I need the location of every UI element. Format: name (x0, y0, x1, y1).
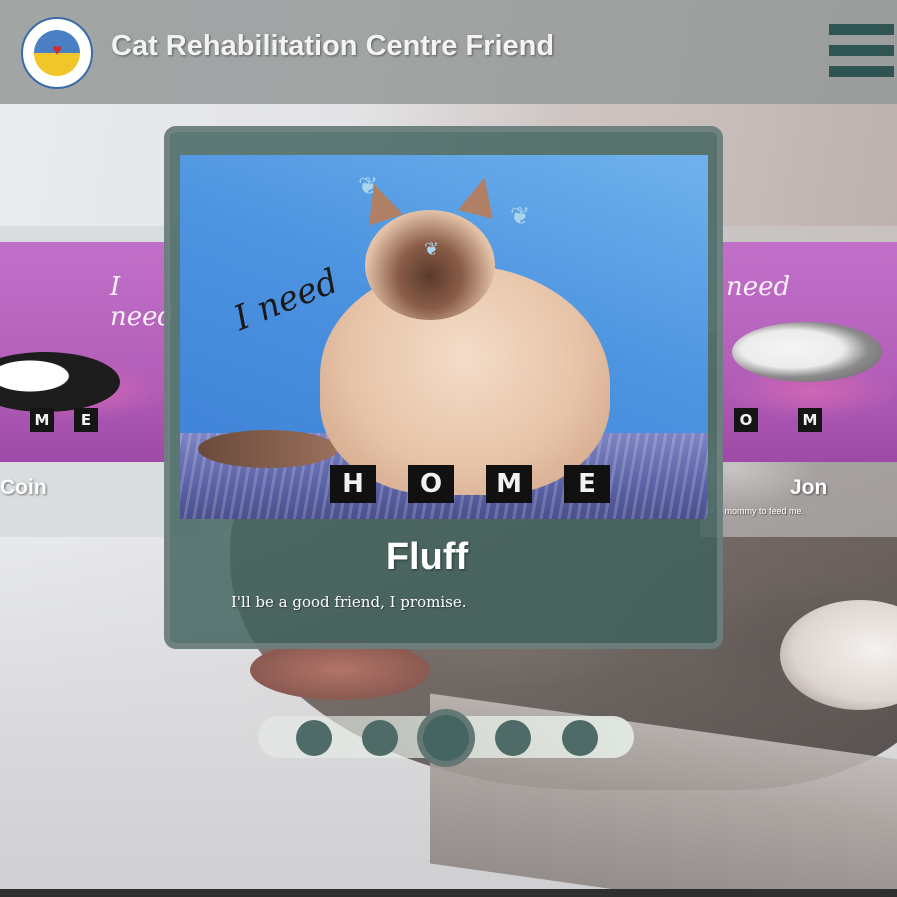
letter-block: O (408, 465, 454, 503)
letter-block: O (734, 408, 758, 432)
letter-block: M (798, 408, 822, 432)
menu-bar (829, 24, 894, 35)
bottom-bar (0, 889, 897, 897)
shelter-friend-logo[interactable]: ♥ (21, 17, 93, 89)
letter-block: H (330, 465, 376, 503)
cat-tagline: I'll be a good friend, I promise. (231, 593, 467, 611)
slide-photo: need O M (722, 242, 897, 462)
slide-photo: I need M E (0, 242, 174, 462)
background-cat-paw-pad (250, 640, 430, 700)
letter-block: E (564, 465, 610, 503)
site-header: ♥ Cat Rehabilitation Centre Friend (0, 0, 897, 104)
hamburger-menu-icon[interactable] (829, 24, 894, 78)
pagination-dot-5[interactable] (562, 720, 598, 756)
site-title[interactable]: Cat Rehabilitation Centre Friend (111, 30, 554, 63)
menu-bar (829, 45, 894, 56)
menu-bar (829, 66, 894, 77)
photo-cat-ear (457, 173, 503, 219)
carousel-slide-next[interactable]: need O M Jon ant a mommy to feed me. (700, 226, 897, 537)
slide-cat-name: Coin (0, 476, 47, 499)
letter-blocks: O M (734, 408, 822, 432)
slide-cat-name: Jon (790, 476, 828, 499)
cat-photo: I need ❦ ❦ ❦ H O M E (180, 155, 708, 519)
photo-cat-head (365, 210, 495, 320)
cat-figure (732, 322, 882, 382)
letter-blocks: M E (30, 408, 98, 432)
butterfly-icon: ❦ (510, 203, 531, 230)
butterfly-icon: ❦ (424, 239, 440, 259)
letter-blocks: H O M E (330, 465, 610, 503)
pagination-dot-2[interactable] (362, 720, 398, 756)
letter-block: E (74, 408, 98, 432)
letter-block: M (486, 465, 532, 503)
pagination-dot-4[interactable] (495, 720, 531, 756)
carousel-slide-current[interactable]: I need ❦ ❦ ❦ H O M E Fluff I'll be a goo… (164, 126, 723, 649)
pagination-dot-1[interactable] (296, 720, 332, 756)
photo-caption: need (726, 272, 791, 302)
cat-name: Fluff (385, 536, 469, 578)
cat-figure (0, 352, 120, 412)
photo-cat-tail (198, 430, 338, 468)
butterfly-icon: ❦ (358, 173, 379, 200)
photo-caption: I need (228, 261, 344, 339)
letter-block: M (30, 408, 54, 432)
logo-heart-icon: ♥ (52, 42, 62, 59)
pagination-dot-3-active[interactable] (417, 709, 475, 767)
